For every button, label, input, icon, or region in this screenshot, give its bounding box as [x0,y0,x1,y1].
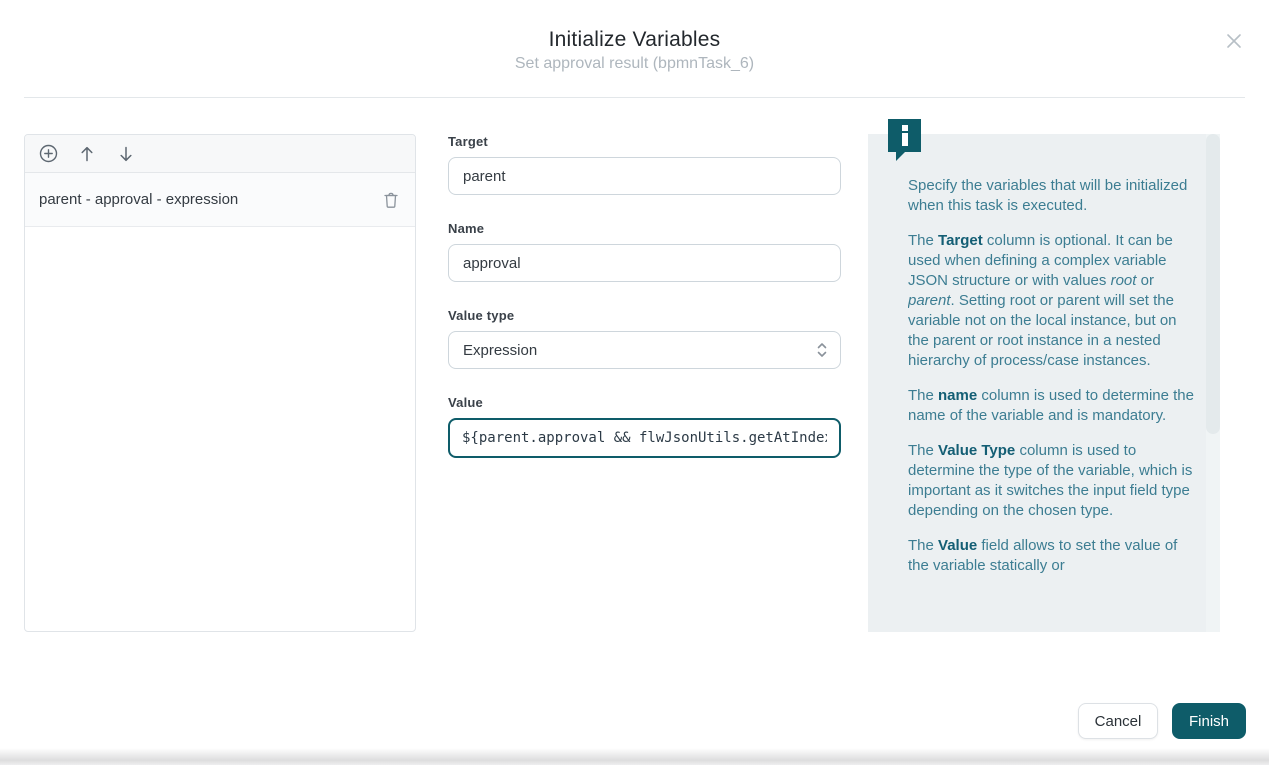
target-label: Target [448,134,841,150]
finish-button[interactable]: Finish [1172,703,1246,739]
arrow-up-icon [79,145,95,163]
trash-icon [383,191,399,209]
info-scrollbar-thumb[interactable] [1206,134,1220,434]
name-label: Name [448,221,841,237]
plus-circle-icon [39,144,58,163]
variable-list-item[interactable]: parent - approval - expression [25,173,415,227]
value-expression-input[interactable] [448,418,841,458]
info-paragraph: The Value Type column is used to determi… [908,441,1194,521]
move-down-button[interactable] [115,143,137,165]
page-subtitle: Set approval result (bpmnTask_6) [0,55,1269,73]
info-paragraph: Specify the variables that will be initi… [908,176,1194,216]
value-label: Value [448,395,841,411]
add-variable-button[interactable] [37,143,59,165]
info-scrollbar-track [1206,134,1220,632]
field-target: Target [448,134,841,195]
field-value-type: Value type Expression [448,308,841,369]
delete-variable-button[interactable] [381,190,401,210]
chevron-up-down-icon [816,342,828,358]
value-type-label: Value type [448,308,841,324]
list-toolbar [25,135,415,173]
field-name: Name [448,221,841,282]
value-type-selected-option: Expression [463,342,537,359]
info-paragraph: The Target column is optional. It can be… [908,231,1194,371]
info-icon [888,119,921,152]
initialize-variables-dialog: Initialize Variables Set approval result… [0,0,1269,765]
close-icon[interactable] [1223,30,1245,52]
move-up-button[interactable] [76,143,98,165]
header-divider [24,97,1245,98]
target-input[interactable] [448,157,841,195]
name-input[interactable] [448,244,841,282]
variables-list-panel: parent - approval - expression [24,134,416,632]
info-paragraphs: Specify the variables that will be initi… [908,176,1194,632]
dialog-bottom-shadow [0,748,1269,765]
field-value: Value [448,395,841,458]
arrow-down-icon [118,145,134,163]
variable-list-item-label: parent - approval - expression [39,191,381,208]
info-panel: Specify the variables that will be initi… [868,134,1220,632]
value-type-select[interactable]: Expression [448,331,841,369]
info-paragraph: The Value field allows to set the value … [908,536,1194,576]
info-paragraph: The name column is used to determine the… [908,386,1194,426]
page-title: Initialize Variables [0,28,1269,52]
cancel-button[interactable]: Cancel [1078,703,1158,739]
